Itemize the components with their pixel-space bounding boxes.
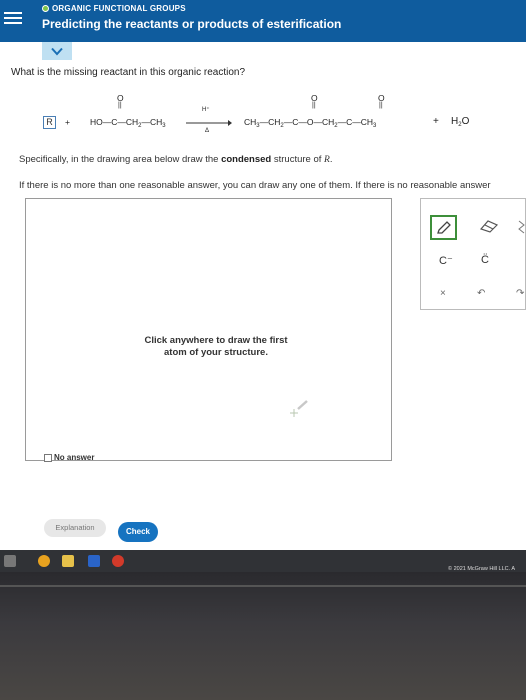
category-label: ORGANIC FUNCTIONAL GROUPS <box>42 4 186 13</box>
lone-pair-tool[interactable]: C̈ <box>481 254 489 266</box>
reaction-equation: R + O || HO—C—CH2—CH3 H⁺ Δ O || O || CH3… <box>0 84 526 146</box>
pencil-cursor-icon <box>290 400 308 417</box>
reactant-acid: HO—C—CH2—CH3 <box>90 117 166 129</box>
heat-label: Δ <box>205 128 210 134</box>
menu-icon[interactable] <box>4 9 22 29</box>
chain-tool-icon[interactable] <box>515 219 526 235</box>
bezel-edge <box>0 585 526 587</box>
carbanion-tool[interactable]: C⁻ <box>439 254 453 267</box>
water-product: H2O <box>451 116 470 128</box>
pencil-tool-button[interactable] <box>430 215 457 240</box>
taskbar-chrome-icon[interactable] <box>38 555 50 567</box>
taskbar-start-icon[interactable] <box>4 555 16 567</box>
double-bond: || <box>312 102 316 109</box>
progress-dot-icon <box>42 5 49 12</box>
redo-icon[interactable]: ↷ <box>516 288 524 299</box>
monitor-bezel <box>0 572 526 700</box>
instruction-text: Specifically, in the drawing area below … <box>19 154 333 165</box>
plus-sign: + <box>433 116 439 127</box>
tool-palette: C⁻ C̈ × ↶ ↷ <box>420 198 526 310</box>
catalyst-label: H⁺ <box>202 107 210 113</box>
browser-screen: ORGANIC FUNCTIONAL GROUPS Predicting the… <box>0 0 526 560</box>
no-answer-checkbox[interactable] <box>44 453 52 462</box>
page-title: Predicting the reactants or products of … <box>42 17 342 31</box>
collapse-toggle[interactable] <box>42 42 72 60</box>
taskbar-word-icon[interactable] <box>88 555 100 567</box>
plus-sign: + <box>65 117 70 127</box>
question-text: What is the missing reactant in this org… <box>11 67 245 78</box>
unknown-reactant-box: R <box>43 116 56 129</box>
clear-icon[interactable]: × <box>440 288 446 299</box>
explanation-button[interactable]: Explanation <box>44 519 106 537</box>
drawing-canvas[interactable]: Click anywhere to draw the first atom of… <box>25 198 392 462</box>
product-ester: CH3—CH2—C—O—CH2—C—CH3 <box>244 117 377 129</box>
eraser-icon[interactable] <box>478 219 500 233</box>
draw-hint: Click anywhere to draw the first atom of… <box>144 335 288 358</box>
double-bond: || <box>118 102 122 109</box>
taskbar-folder-icon[interactable] <box>62 555 74 567</box>
reaction-arrow-icon <box>186 120 232 126</box>
check-button[interactable]: Check <box>118 522 158 542</box>
no-answer-label: No answer <box>54 453 95 462</box>
chevron-down-icon <box>51 47 63 55</box>
category-text: ORGANIC FUNCTIONAL GROUPS <box>52 4 186 13</box>
undo-icon[interactable]: ↶ <box>477 288 485 299</box>
no-answer-option[interactable]: No answer <box>44 453 94 462</box>
taskbar-app-icon[interactable] <box>112 555 124 567</box>
pencil-icon <box>436 220 451 234</box>
double-bond: || <box>379 102 383 109</box>
header-bar: ORGANIC FUNCTIONAL GROUPS Predicting the… <box>0 0 526 42</box>
instruction-note: If there is no more than one reasonable … <box>19 180 491 191</box>
